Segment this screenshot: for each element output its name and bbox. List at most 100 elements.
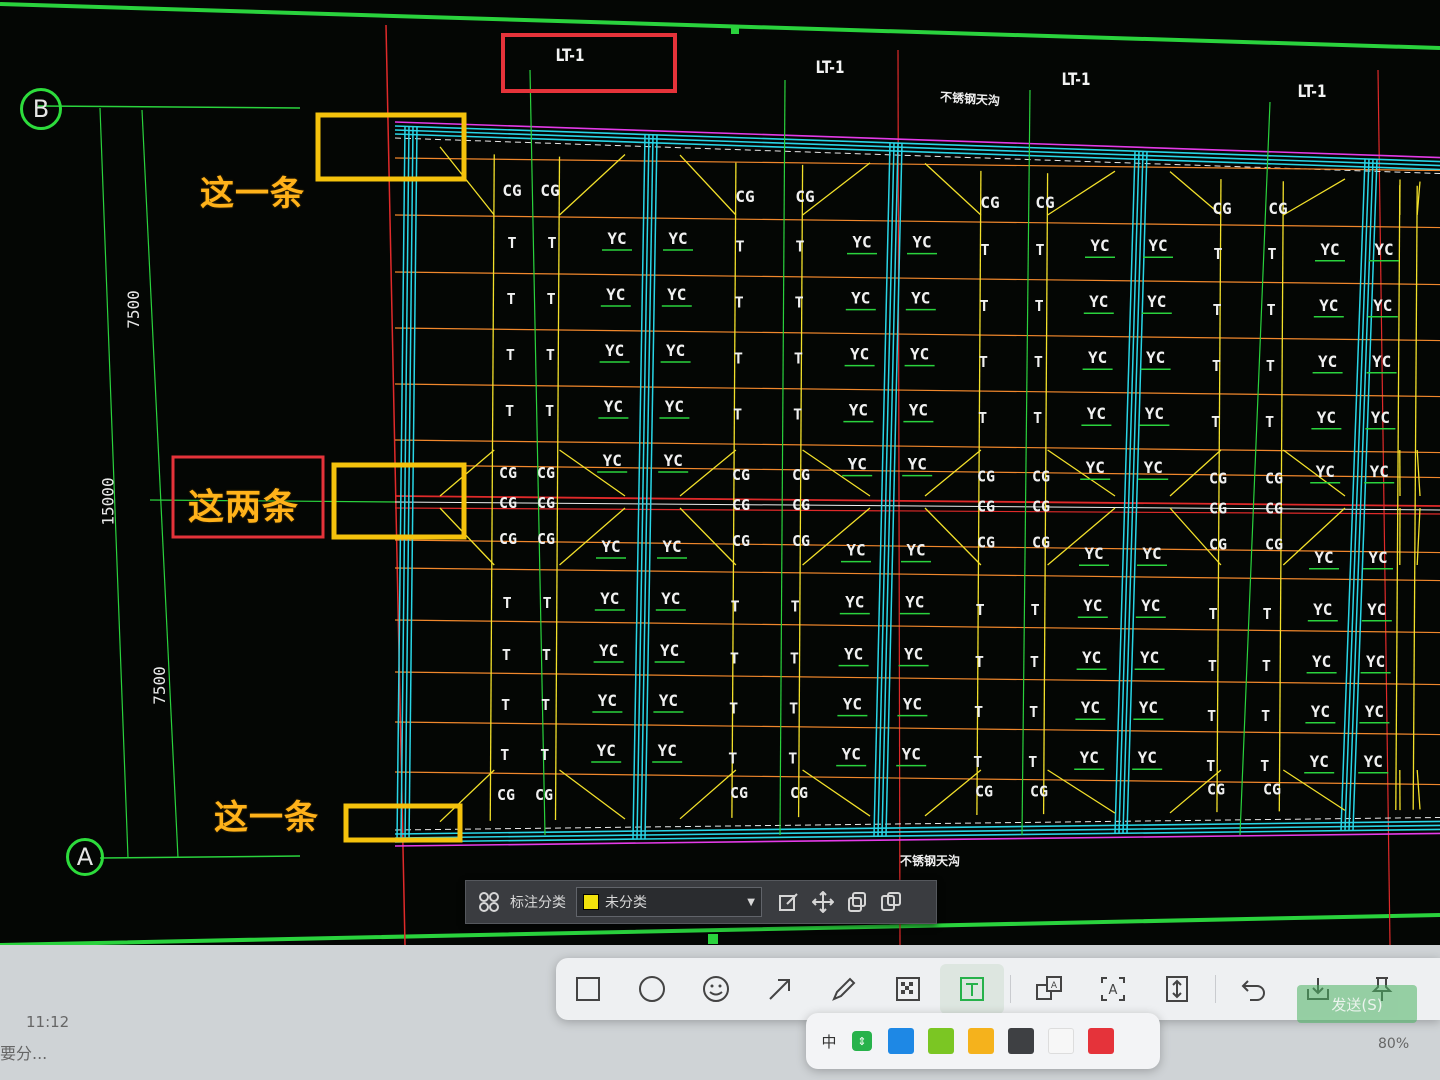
size-label[interactable]: 中 — [806, 1031, 852, 1052]
t-label: T — [545, 402, 554, 420]
move-icon[interactable] — [806, 885, 840, 919]
t-label: T — [1209, 605, 1218, 623]
emoji-button[interactable] — [684, 964, 748, 1014]
truss-diagonal — [679, 507, 737, 566]
t-label: T — [543, 594, 552, 612]
lt-label-3: LT-1 — [1061, 70, 1091, 90]
cg-label: CG — [537, 494, 555, 512]
send-button[interactable]: 发送(S) — [1297, 985, 1417, 1023]
lt-label-1: LT-1 — [555, 46, 585, 66]
pen-button[interactable] — [812, 964, 876, 1014]
t-label: T — [794, 350, 803, 368]
yc-label: YC — [1316, 462, 1335, 481]
cg-label: CG — [1030, 782, 1048, 800]
cg-label: CG — [537, 530, 555, 548]
t-label: T — [1029, 703, 1038, 721]
t-label: T — [1262, 657, 1271, 675]
yc-label: YC — [1089, 292, 1108, 311]
grid-line-red — [1377, 69, 1391, 945]
t-label: T — [505, 402, 514, 420]
undo-icon — [1241, 980, 1265, 1001]
annotation-top: 这一条 — [200, 174, 305, 214]
yc-label: YC — [1310, 752, 1329, 771]
lt-leader-line — [1021, 89, 1031, 836]
t-label: T — [788, 750, 797, 768]
size-stepper-icon[interactable]: ⇕ — [852, 1031, 872, 1051]
color-swatch[interactable] — [888, 1028, 914, 1054]
truss-diagonal — [559, 154, 626, 216]
text-button[interactable] — [940, 964, 1004, 1014]
yc-label: YC — [1311, 702, 1330, 721]
cg-label: CG — [975, 782, 993, 800]
yc-label: YC — [1139, 698, 1158, 717]
yc-label: YC — [908, 455, 927, 474]
truss-diagonal — [439, 769, 495, 823]
dimension-bottom: 7500 — [149, 666, 169, 705]
color-swatch[interactable] — [1088, 1028, 1114, 1054]
category-color-swatch — [583, 894, 599, 910]
copy-icon[interactable] — [840, 885, 874, 919]
yc-label: YC — [597, 741, 616, 760]
yc-label: YC — [600, 589, 619, 608]
yc-label: YC — [904, 645, 923, 664]
edit-icon[interactable] — [772, 885, 806, 919]
dimension-total: 15000 — [98, 477, 118, 526]
yc-label: YC — [1086, 458, 1105, 477]
mosaic-button[interactable] — [876, 964, 940, 1014]
yc-label: YC — [1367, 600, 1386, 619]
yc-label: YC — [660, 641, 679, 660]
ellipse-button[interactable] — [620, 964, 684, 1014]
truss-diagonal — [924, 162, 982, 216]
yc-label: YC — [1082, 648, 1101, 667]
undo-button[interactable] — [1222, 964, 1286, 1014]
yc-label: YC — [849, 401, 868, 420]
paste-icon[interactable] — [874, 885, 908, 919]
taskbar-text: 要分... — [0, 1044, 48, 1063]
yc-label: YC — [909, 401, 928, 420]
t-label: T — [1261, 707, 1270, 725]
t-label: T — [1211, 413, 1220, 431]
yc-label: YC — [1147, 292, 1166, 311]
color-swatch[interactable] — [928, 1028, 954, 1054]
t-label: T — [503, 594, 512, 612]
arrow-button[interactable] — [748, 964, 812, 1014]
lt-highlight-box — [501, 33, 677, 93]
t-label: T — [501, 696, 510, 714]
t-label: T — [978, 409, 987, 427]
translate-button[interactable]: A — [1017, 964, 1081, 1014]
t-label: T — [1263, 605, 1272, 623]
cg-label: CG — [977, 534, 995, 552]
color-swatch[interactable] — [968, 1028, 994, 1054]
ocr-button[interactable]: A — [1081, 964, 1145, 1014]
cg-label: CG — [1265, 535, 1283, 553]
yc-label: YC — [1140, 648, 1159, 667]
cg-label: CG — [977, 498, 995, 516]
cg-label: CG — [792, 532, 810, 550]
category-select[interactable]: 未分类 ▼ — [576, 887, 762, 917]
t-label: T — [793, 406, 802, 424]
cg-label: CG — [540, 181, 559, 200]
color-swatch[interactable] — [1048, 1028, 1074, 1054]
axis-bubble-a: A — [66, 838, 104, 876]
cg-label: CG — [537, 464, 555, 482]
rectangle-button[interactable] — [556, 964, 620, 1014]
truss-vertical — [554, 156, 561, 821]
truss-vertical — [731, 162, 737, 818]
yc-label: YC — [851, 289, 870, 308]
cg-label: CG — [1032, 468, 1050, 486]
yc-label: YC — [1148, 236, 1167, 255]
long-screenshot-button[interactable] — [1145, 964, 1209, 1014]
cg-label: CG — [790, 784, 808, 802]
axis-bubble-b: B — [20, 88, 62, 130]
resize-handle — [731, 26, 739, 34]
t-label: T — [974, 703, 983, 721]
grid-icon[interactable] — [474, 887, 504, 917]
text-icon — [960, 977, 984, 1001]
yc-label: YC — [665, 397, 684, 416]
yc-label: YC — [842, 745, 861, 764]
yc-label: YC — [1081, 698, 1100, 717]
color-swatch[interactable] — [1008, 1028, 1034, 1054]
yc-label: YC — [1374, 240, 1393, 259]
cg-label: CG — [977, 468, 995, 486]
yc-label: YC — [1144, 458, 1163, 477]
